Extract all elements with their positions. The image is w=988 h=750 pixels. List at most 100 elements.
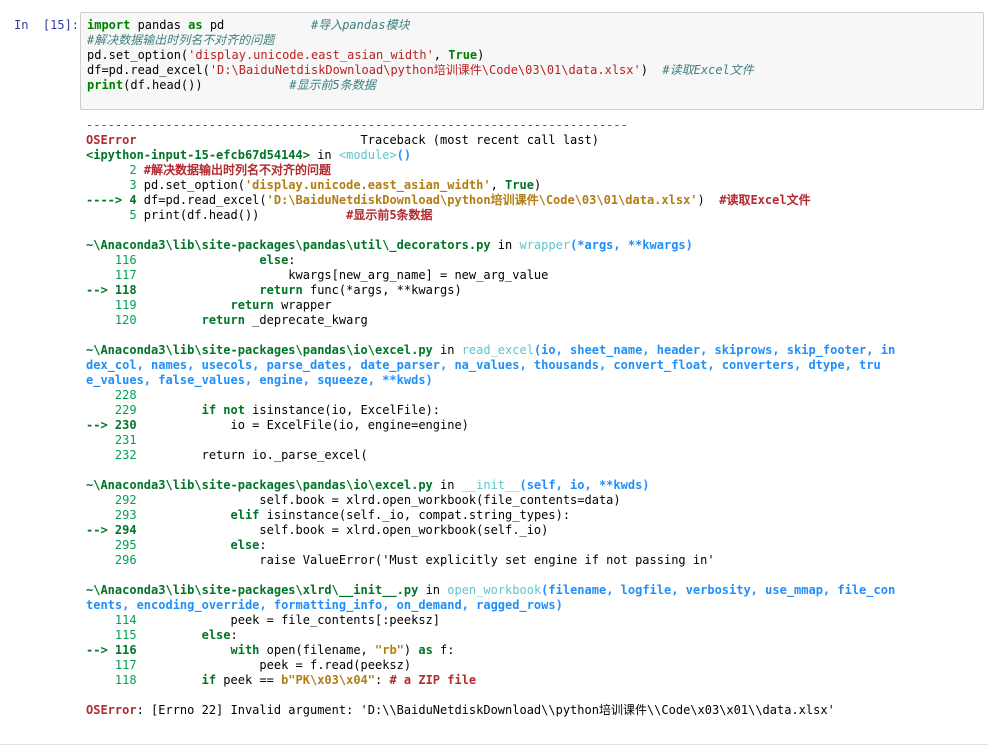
code-text: self.book = xlrd.open_workbook(self._io) bbox=[143, 523, 549, 537]
line-number: 228 bbox=[86, 388, 144, 402]
frame-args: e_values, false_values, engine, squeeze,… bbox=[86, 373, 433, 387]
frame-args: dex_col, names, usecols, parse_dates, da… bbox=[86, 358, 881, 372]
line-number: 2 bbox=[86, 163, 144, 177]
code-input-cell[interactable]: import pandas as pd #导入pandas模块 #解决数据输出时… bbox=[80, 12, 984, 110]
code-constant: True bbox=[505, 178, 534, 192]
code-text: isinstance(io, ExcelFile): bbox=[244, 403, 441, 417]
frame-func: wrapper bbox=[519, 238, 571, 252]
code-text: f: bbox=[432, 643, 455, 657]
code-text: df=pd.read_excel( bbox=[87, 63, 210, 77]
code-string: 'D:\BaiduNetdiskDownload\python培训课件\Code… bbox=[266, 193, 698, 207]
code-keyword: return bbox=[259, 283, 303, 297]
frame-in: in bbox=[432, 478, 462, 492]
code-text: : bbox=[288, 253, 296, 267]
code-text: io = ExcelFile(io, engine=engine) bbox=[143, 418, 469, 432]
code-text: ) bbox=[640, 63, 663, 77]
code-text: ) bbox=[533, 178, 542, 192]
error-arrow: --> 116 bbox=[86, 643, 144, 657]
frame-in: in bbox=[309, 148, 339, 162]
code-comment: #读取Excel文件 bbox=[662, 63, 754, 77]
line-number: 118 bbox=[86, 673, 144, 687]
code-text: : bbox=[230, 628, 238, 642]
line-number: 117 bbox=[86, 658, 144, 672]
code-text: peek = file_contents[:peeksz] bbox=[143, 613, 441, 627]
code-text: peek == bbox=[216, 673, 282, 687]
line-number: 295 bbox=[86, 538, 144, 552]
final-error-name: OSError bbox=[86, 703, 137, 717]
frame-args: (filename, logfile, verbosity, use_mmap,… bbox=[541, 583, 896, 597]
code-text: : bbox=[375, 673, 390, 687]
frame-func: __init__ bbox=[461, 478, 520, 492]
traceback-header: Traceback (most recent call last) bbox=[136, 133, 599, 147]
code-text: raise ValueError('Must explicitly set en… bbox=[143, 553, 715, 567]
code-text: df=pd.read_excel( bbox=[143, 193, 267, 207]
code-comment: #解决数据输出时列名不对齐的问题 bbox=[87, 33, 275, 47]
error-name: OSError bbox=[86, 133, 137, 147]
code-keyword: if not bbox=[201, 403, 245, 417]
error-arrow: --> 118 bbox=[86, 283, 144, 297]
code-keyword: elif bbox=[230, 508, 260, 522]
code-string: "rb" bbox=[375, 643, 404, 657]
code-string: b"PK\x03\x04" bbox=[281, 673, 375, 687]
line-number: 232 bbox=[86, 448, 144, 462]
cell-divider bbox=[0, 744, 988, 745]
code-text: pd.set_option( bbox=[87, 48, 189, 62]
code-keyword: as bbox=[188, 18, 203, 32]
code-text: (df.head()) bbox=[123, 78, 290, 92]
code-text: ) bbox=[697, 193, 720, 207]
code-keyword: if bbox=[201, 673, 217, 687]
code-text: wrapper bbox=[273, 298, 332, 312]
line-number: 117 bbox=[86, 268, 144, 282]
code-editor[interactable]: import pandas as pd #导入pandas模块 #解决数据输出时… bbox=[87, 18, 754, 93]
code-constant: True bbox=[448, 48, 478, 62]
line-number: 229 bbox=[86, 403, 144, 417]
line-number: 3 bbox=[86, 178, 144, 192]
frame-func: <module> bbox=[338, 148, 397, 162]
code-text: , bbox=[490, 178, 506, 192]
code-keyword: else bbox=[143, 253, 289, 267]
frame-file: <ipython-input-15-efcb67d54144> bbox=[86, 148, 310, 162]
code-text: return io._parse_excel( bbox=[143, 448, 368, 462]
code-keyword: as bbox=[418, 643, 433, 657]
frame-func: read_excel bbox=[461, 343, 534, 357]
code-text: ) bbox=[477, 48, 485, 62]
code-keyword: else bbox=[230, 538, 260, 552]
line-number: 296 bbox=[86, 553, 144, 567]
code-comment: #读取Excel文件 bbox=[719, 193, 811, 207]
code-text: ) bbox=[403, 643, 419, 657]
code-text: : bbox=[259, 538, 267, 552]
code-text: pandas bbox=[130, 18, 189, 32]
final-error-message: : [Errno 22] Invalid argument: 'D:\\Baid… bbox=[136, 703, 835, 717]
code-text: _deprecate_kwarg bbox=[244, 313, 368, 327]
code-text: pd bbox=[202, 18, 311, 32]
code-text: open(filename, bbox=[259, 643, 375, 657]
code-keyword: with bbox=[230, 643, 260, 657]
error-arrow: --> 230 bbox=[86, 418, 144, 432]
frame-file: ~\Anaconda3\lib\site-packages\pandas\io\… bbox=[86, 343, 433, 357]
frame-args: (io, sheet_name, header, skiprows, skip_… bbox=[533, 343, 896, 357]
line-number: 116 bbox=[86, 253, 144, 267]
code-keyword: else bbox=[201, 628, 231, 642]
code-comment: #解决数据输出时列名不对齐的问题 bbox=[143, 163, 332, 177]
code-text: , bbox=[433, 48, 449, 62]
error-arrow: ----> 4 bbox=[86, 193, 144, 207]
frame-func: open_workbook bbox=[447, 583, 542, 597]
code-text: func(*args, **kwargs) bbox=[302, 283, 462, 297]
frame-args: (*args, **kwargs) bbox=[570, 238, 693, 252]
code-string: 'display.unicode.east_asian_width' bbox=[244, 178, 491, 192]
line-number: 119 bbox=[86, 298, 144, 312]
code-text: isinstance(self._io, compat.string_types… bbox=[259, 508, 571, 522]
error-arrow: --> 294 bbox=[86, 523, 144, 537]
traceback-separator: ----------------------------------------… bbox=[86, 118, 628, 132]
code-comment: #显示前5条数据 bbox=[289, 78, 376, 92]
line-number: 5 bbox=[86, 208, 144, 222]
frame-args: tents, encoding_override, formatting_inf… bbox=[86, 598, 563, 612]
code-comment: # a ZIP file bbox=[389, 673, 477, 687]
line-number: 114 bbox=[86, 613, 144, 627]
frame-in: in bbox=[418, 583, 448, 597]
